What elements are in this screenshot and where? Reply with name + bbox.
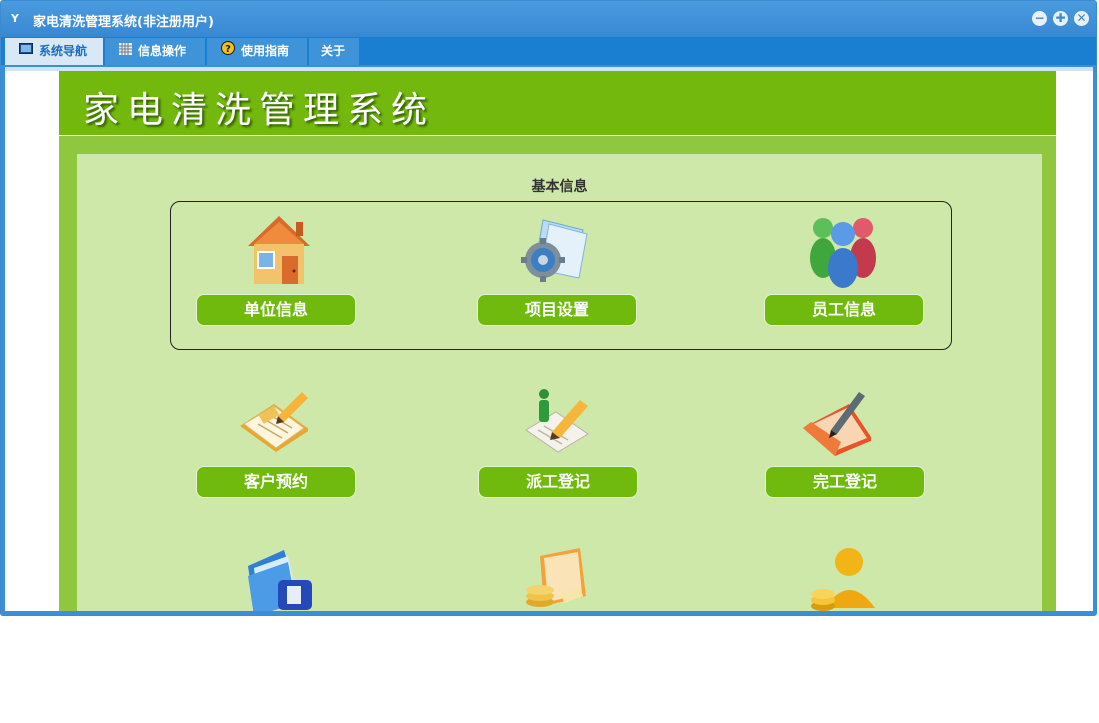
title-bar[interactable]: Y 家电清洗管理系统(非注册用户) − ✚ ✕ (1, 1, 1096, 37)
clipboard-pencil-icon (238, 386, 310, 460)
dispatch-document-icon (522, 386, 592, 460)
navigation-area: 基本信息 单位信息 项目设置 员工信息 客户预约 派工登记 完工登记 (77, 154, 1042, 611)
gold-user-coins-icon (809, 546, 879, 611)
close-icon[interactable]: ✕ (1074, 11, 1089, 26)
dispatch-registration-button[interactable]: 派工登记 (478, 466, 638, 498)
app-logo-icon: Y (11, 12, 19, 25)
project-settings-button[interactable]: 项目设置 (477, 294, 637, 326)
house-icon (244, 214, 314, 288)
users-icon (808, 214, 878, 288)
monitor-icon (19, 38, 33, 65)
settings-folder-icon (521, 214, 591, 288)
customer-booking-button[interactable]: 客户预约 (196, 466, 356, 498)
nav-item-completion-registration[interactable]: 完工登记 (765, 386, 925, 501)
section-title: 基本信息 (531, 179, 588, 195)
unit-info-button[interactable]: 单位信息 (196, 294, 356, 326)
tab-about[interactable]: 关于 (309, 38, 359, 65)
svg-text:?: ? (225, 44, 231, 55)
money-folder-icon (522, 546, 592, 611)
tab-user-guide[interactable]: ? 使用指南 (207, 38, 307, 65)
nav-item-unit-info[interactable]: 单位信息 (196, 214, 356, 329)
help-icon: ? (221, 38, 235, 65)
nav-item-dispatch-registration[interactable]: 派工登记 (478, 386, 638, 501)
banner-title: 家电清洗管理系统 (83, 90, 436, 131)
tab-label: 关于 (321, 44, 346, 58)
tab-system-navigation[interactable]: 系统导航 (5, 38, 103, 65)
app-window: Y 家电清洗管理系统(非注册用户) − ✚ ✕ 系统导航 信息操作 ? 使用指南 … (0, 0, 1097, 616)
nav-item-folder[interactable] (196, 546, 356, 611)
maximize-icon[interactable]: ✚ (1053, 11, 1068, 26)
nav-item-project-settings[interactable]: 项目设置 (477, 214, 637, 329)
tab-label: 系统导航 (39, 44, 88, 58)
minimize-icon[interactable]: − (1032, 11, 1047, 26)
folder-pen-icon (801, 386, 873, 460)
nav-item-gold-user[interactable] (765, 546, 925, 611)
tab-info-operation[interactable]: 信息操作 (105, 38, 205, 65)
content-area: 家电清洗管理系统 基本信息 单位信息 项目设置 员工信息 客户预约 派工登记 完… (5, 67, 1093, 611)
staff-info-button[interactable]: 员工信息 (764, 294, 924, 326)
menu-bar: 系统导航 信息操作 ? 使用指南 关于 (1, 37, 1096, 65)
tab-label: 使用指南 (241, 44, 290, 58)
main-panel: 家电清洗管理系统 基本信息 单位信息 项目设置 员工信息 客户预约 派工登记 完… (59, 71, 1056, 611)
nav-item-money-folder[interactable] (478, 546, 638, 611)
tab-label: 信息操作 (138, 44, 187, 58)
blue-folder-icon (244, 546, 314, 611)
banner: 家电清洗管理系统 (59, 71, 1056, 136)
nav-item-staff-info[interactable]: 员工信息 (764, 214, 924, 329)
nav-item-customer-booking[interactable]: 客户预约 (196, 386, 356, 501)
window-title: 家电清洗管理系统(非注册用户) (33, 15, 214, 30)
completion-registration-button[interactable]: 完工登记 (765, 466, 925, 498)
grid-icon (119, 38, 132, 65)
